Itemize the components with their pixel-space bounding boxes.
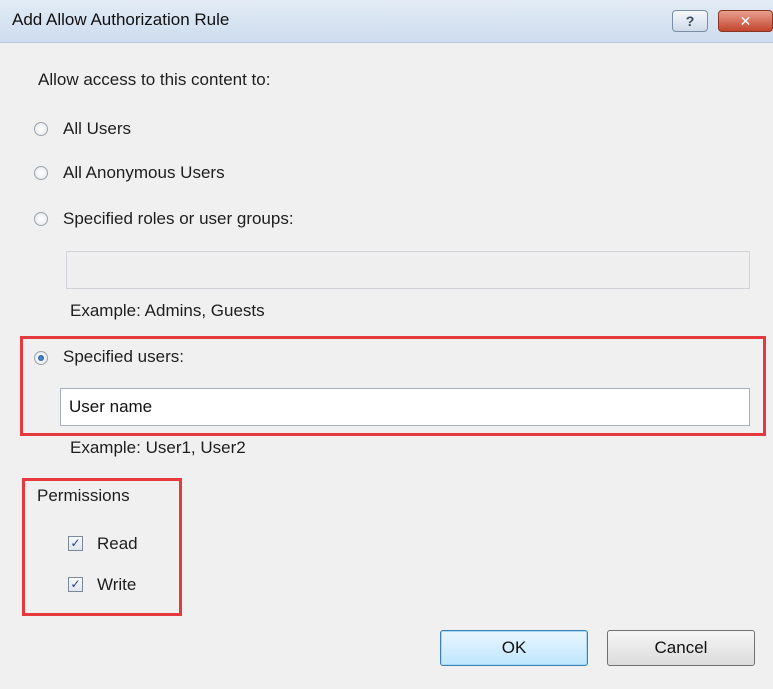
cancel-button[interactable]: Cancel (607, 630, 755, 666)
permissions-heading: Permissions (37, 486, 130, 505)
close-button[interactable]: ✕ (718, 10, 773, 32)
close-icon: ✕ (739, 13, 752, 29)
write-checkbox[interactable]: ✓ (68, 577, 83, 592)
read-checkbox[interactable]: ✓ (68, 536, 83, 551)
radio-roles-groups[interactable] (34, 212, 48, 226)
roles-groups-input[interactable] (66, 251, 750, 289)
radio-anonymous-users[interactable] (34, 166, 48, 180)
write-checkbox-label[interactable]: Write (97, 575, 136, 595)
radio-all-users-label[interactable]: All Users (63, 119, 131, 139)
radio-specified-users[interactable] (34, 351, 48, 365)
ok-button[interactable]: OK (440, 630, 588, 666)
radio-all-users[interactable] (34, 122, 48, 136)
radio-anonymous-users-label[interactable]: All Anonymous Users (63, 163, 225, 183)
title-bar: Add Allow Authorization Rule ? ✕ (0, 0, 773, 43)
help-button[interactable]: ? (672, 10, 708, 32)
radio-roles-groups-label[interactable]: Specified roles or user groups: (63, 209, 294, 229)
users-example: Example: User1, User2 (70, 438, 246, 457)
read-checkbox-label[interactable]: Read (97, 534, 138, 554)
users-input[interactable]: User name (60, 388, 750, 426)
dialog-title: Add Allow Authorization Rule (12, 10, 230, 29)
access-prompt: Allow access to this content to: (38, 70, 271, 89)
help-icon: ? (685, 13, 695, 29)
roles-example: Example: Admins, Guests (70, 301, 265, 320)
radio-specified-users-label[interactable]: Specified users: (63, 347, 184, 367)
